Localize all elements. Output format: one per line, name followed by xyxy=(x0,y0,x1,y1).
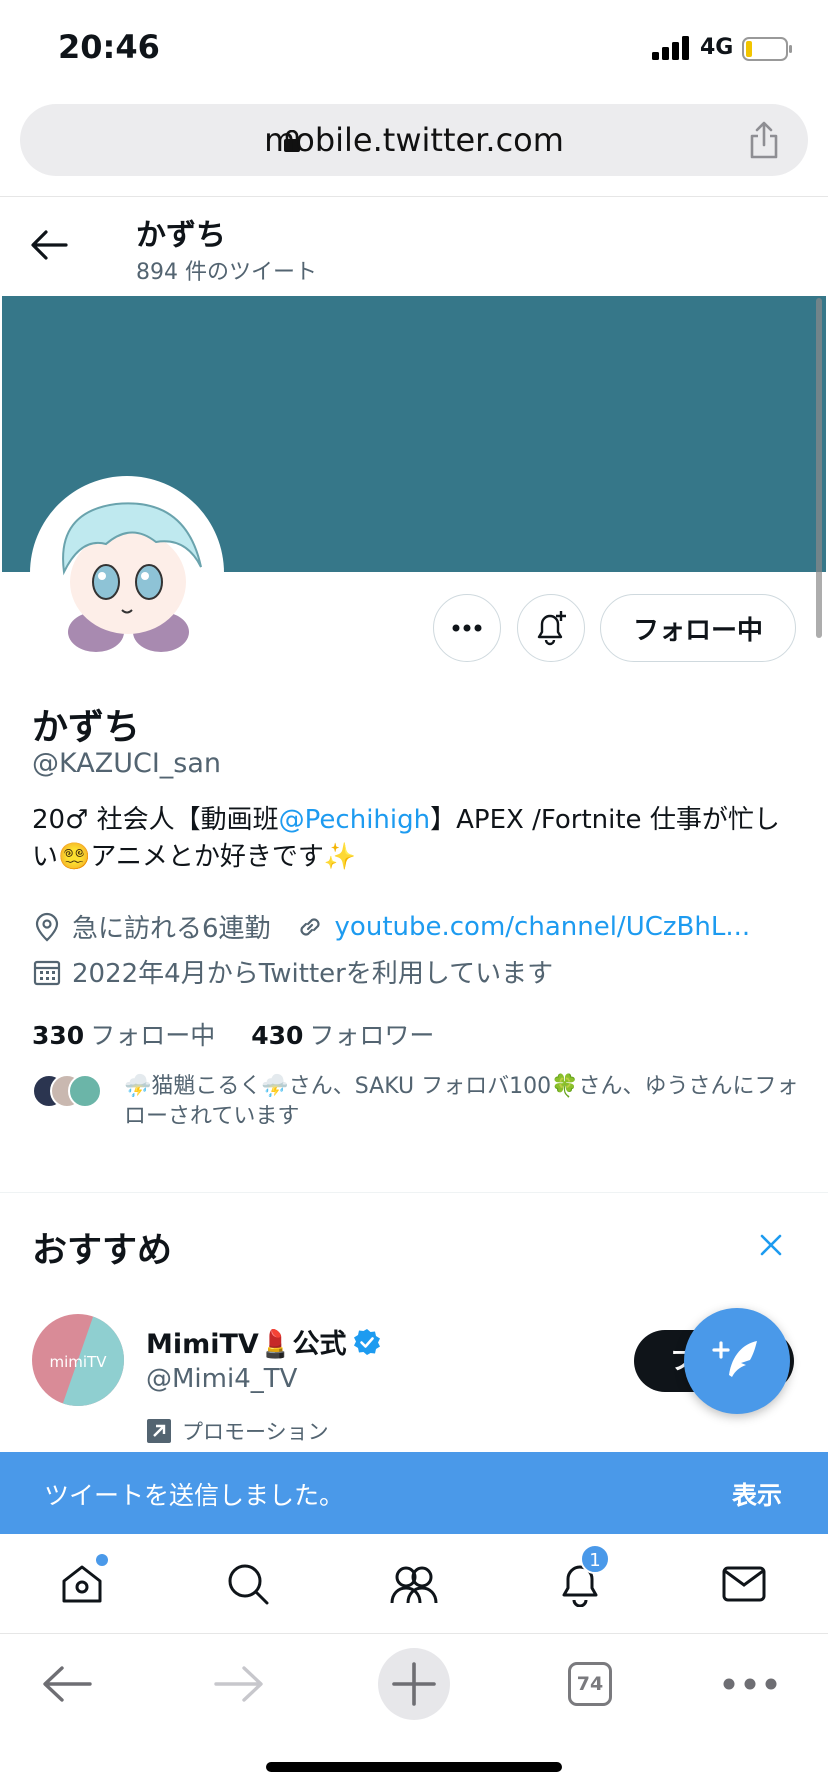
home-badge xyxy=(96,1554,108,1566)
url-text: mobile.twitter.com xyxy=(264,121,564,159)
browser-forward-button[interactable] xyxy=(210,1648,270,1720)
home-icon xyxy=(62,1565,102,1603)
divider xyxy=(0,196,828,197)
more-button[interactable] xyxy=(433,594,501,662)
tab-search[interactable] xyxy=(220,1556,276,1612)
more-icon xyxy=(452,624,482,632)
profile-website-link[interactable]: youtube.com/channel/UCzBhL... xyxy=(335,912,751,942)
recommendations-title: おすすめ xyxy=(32,1231,173,1271)
browser-menu-icon xyxy=(723,1678,777,1690)
toast: ツイートを送信しました。 表示 xyxy=(0,1452,828,1534)
scrollbar[interactable] xyxy=(816,298,822,638)
bell-plus-icon xyxy=(537,611,566,646)
bio-mention-link[interactable]: @Pechihigh xyxy=(279,805,430,835)
tab-communities[interactable] xyxy=(386,1556,442,1612)
profile-name: かずち xyxy=(32,707,141,748)
browser-menu-button[interactable] xyxy=(722,1648,778,1720)
signal-icon xyxy=(652,36,689,60)
browser-back-button[interactable] xyxy=(36,1648,96,1720)
divider xyxy=(0,1192,828,1193)
profile-meta-row: 急に訪れる6連勤 youtube.com/channel/UCzBhL... xyxy=(32,908,750,945)
messages-icon xyxy=(722,1566,766,1602)
promoted-text: プロモーション xyxy=(182,1420,329,1444)
compose-icon xyxy=(712,1341,757,1377)
header-name: かずち xyxy=(136,218,226,253)
location-icon xyxy=(35,912,59,941)
tab-notifications[interactable]: 1 xyxy=(552,1544,610,1612)
promoted-icon xyxy=(147,1419,171,1443)
browser-forward-icon xyxy=(214,1666,263,1702)
followers-link[interactable]: 430 フォロワー xyxy=(251,1021,434,1050)
status-bar: 20:46 4G xyxy=(0,0,828,96)
profile-location: 急に訪れる6連勤 xyxy=(72,914,271,944)
profile-handle: @KAZUCI_san xyxy=(32,748,221,779)
notify-button[interactable] xyxy=(517,594,585,662)
toast-message: ツイートを送信しました。 xyxy=(44,1481,345,1510)
tab-messages[interactable] xyxy=(716,1556,772,1612)
tweet-count: 894 件のツイート xyxy=(136,260,317,285)
search-icon xyxy=(228,1564,269,1605)
profile-meta-row: 2022年4月からTwitterを利用しています xyxy=(32,953,553,990)
bio-text: 20♂ 社会人【動画班 xyxy=(32,805,279,835)
followers-label: フォロワー xyxy=(309,1021,435,1050)
network-type: 4G xyxy=(700,35,734,60)
compose-tweet-button[interactable] xyxy=(684,1308,790,1414)
recommended-handle: @Mimi4_TV xyxy=(146,1364,298,1394)
close-icon[interactable] xyxy=(756,1230,786,1260)
address-bar[interactable]: mobile.twitter.com xyxy=(20,104,808,176)
back-arrow-icon[interactable] xyxy=(30,228,68,262)
communities-icon xyxy=(390,1566,438,1604)
following-label: フォロー中 xyxy=(90,1021,216,1050)
promoted-label: プロモーション xyxy=(146,1416,329,1446)
tab-home[interactable] xyxy=(54,1554,110,1612)
recommended-avatar[interactable]: mimiTV xyxy=(32,1314,124,1406)
link-icon xyxy=(300,917,320,936)
toast-view-button[interactable]: 表示 xyxy=(732,1476,782,1512)
profile-bio: 20♂ 社会人【動画班@Pechihigh】APEX /Fortnite 仕事が… xyxy=(32,802,792,876)
browser-back-icon xyxy=(43,1666,92,1702)
following-link[interactable]: 330 フォロー中 xyxy=(32,1021,215,1050)
home-indicator xyxy=(266,1762,562,1772)
follow-stats: 330 フォロー中 430 フォロワー xyxy=(32,1016,434,1052)
svg-text:mimiTV: mimiTV xyxy=(50,1353,108,1371)
browser-toolbar: 74 xyxy=(0,1634,828,1734)
new-tab-button[interactable] xyxy=(378,1648,450,1720)
avatar xyxy=(68,1074,102,1108)
share-icon[interactable] xyxy=(748,120,780,160)
bottom-tab-bar: 1 xyxy=(0,1534,828,1634)
recommended-name-text: MimiTV💄公式 xyxy=(146,1329,347,1360)
verified-icon xyxy=(354,1328,381,1355)
followed-by-avatars[interactable] xyxy=(32,1074,102,1110)
followed-by-text[interactable]: ⛈️猫魈こるく⛈️さん、SAKU フォロバ100🍀さん、ゆうさんにフォローされて… xyxy=(124,1072,804,1132)
following-count: 330 xyxy=(32,1021,85,1050)
following-button[interactable]: フォロー中 xyxy=(600,594,796,662)
tabs-icon: 74 xyxy=(568,1662,612,1706)
profile-avatar[interactable] xyxy=(30,476,224,670)
calendar-icon xyxy=(33,960,61,985)
new-tab-icon xyxy=(392,1662,436,1706)
battery-icon xyxy=(742,37,792,61)
notifications-badge: 1 xyxy=(580,1544,610,1574)
tabs-button[interactable]: 74 xyxy=(566,1648,614,1720)
status-time: 20:46 xyxy=(58,28,160,66)
profile-joined: 2022年4月からTwitterを利用しています xyxy=(72,959,554,989)
avatar-image xyxy=(36,482,218,664)
followers-count: 430 xyxy=(251,1021,304,1050)
mimitv-logo: mimiTV xyxy=(32,1314,124,1406)
recommended-name[interactable]: MimiTV💄公式 xyxy=(146,1322,382,1361)
